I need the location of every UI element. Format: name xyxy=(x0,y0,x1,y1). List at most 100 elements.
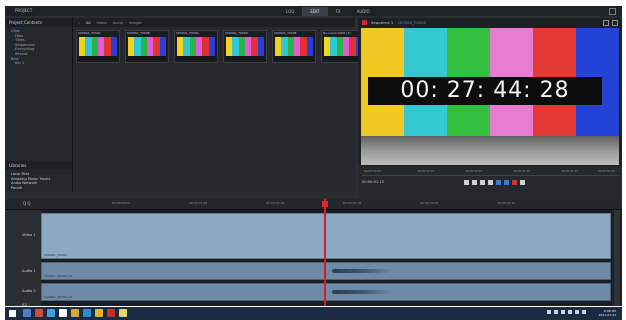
taskbar-app-icon[interactable] xyxy=(83,309,91,317)
audio-clip-name: 00000A_T000A_A1 xyxy=(44,274,73,278)
clip-thumbnail[interactable]: 00000A_T000A xyxy=(76,30,120,63)
ruler-tick: 00:00:00:20 xyxy=(465,169,483,173)
search-icon[interactable]: ⌕ xyxy=(78,21,80,25)
loop-icon[interactable] xyxy=(519,179,525,185)
clip-thumbnail-label: 00000A_T000A xyxy=(78,31,101,35)
track-header-audio-1[interactable]: Audio 1 xyxy=(5,269,41,273)
video-clip[interactable]: 00000A_T000A xyxy=(41,213,611,259)
bottom-gradient-strip xyxy=(361,136,619,165)
ruler-tick: 00:00:01:15 xyxy=(561,169,579,173)
mark-in-icon[interactable] xyxy=(495,179,501,185)
color-bars-preview xyxy=(275,37,313,56)
timeline-tick: 00:00:01:20 xyxy=(343,201,362,205)
viewer-controls: 00:00:00:00 00:00:00:10 00:00:00:20 00:0… xyxy=(358,166,622,199)
small-timecode[interactable]: 00:00:01:15 xyxy=(362,180,384,184)
tray-icon[interactable] xyxy=(554,310,558,314)
tab-edit[interactable]: EDIT xyxy=(302,7,328,16)
filter-video[interactable]: Video xyxy=(96,21,106,25)
ruler-tick: 00:00:00:10 xyxy=(417,169,435,173)
color-bars-preview xyxy=(128,37,166,56)
fullscreen-icon[interactable] xyxy=(603,19,609,26)
clip-thumbnail[interactable]: 00000A_T000D xyxy=(223,30,267,63)
clip-thumbnail[interactable]: 00000A_T000E xyxy=(272,30,316,63)
zoom-controls[interactable]: Q Q xyxy=(23,201,31,206)
libraries-title: Libraries xyxy=(5,161,72,170)
playhead-handle[interactable] xyxy=(322,201,328,207)
viewer-header: Sequence 1 00000A_T000A xyxy=(358,18,622,27)
editor-window: PROJECT LOG EDIT FX AUDIO Project Conten… xyxy=(5,6,622,306)
window-control-icon[interactable] xyxy=(609,8,616,15)
timeline-tick: 00:00:00:00 xyxy=(112,201,131,205)
taskbar-clock[interactable]: 8:08 PM 2021-07-21 xyxy=(599,309,616,317)
preview-screen[interactable]: 00: 27: 44: 28 xyxy=(361,28,619,165)
timeline-panel: Q Q 00:00:00:00 00:00:01:00 00:00:01:10 … xyxy=(5,199,622,306)
taskbar-app-icon[interactable] xyxy=(95,309,103,317)
playhead[interactable] xyxy=(322,199,328,306)
go-start-icon[interactable] xyxy=(463,179,469,185)
color-bars-preview xyxy=(79,37,117,56)
timecode-overlay: 00: 27: 44: 28 xyxy=(368,77,602,105)
project-tree: Clips Files Titles Sequences Everything … xyxy=(5,27,72,66)
taskbar-app-icon[interactable] xyxy=(71,309,79,317)
record-icon[interactable] xyxy=(511,179,517,185)
libraries-panel: Libraries Local Files Amazing Music Trac… xyxy=(5,161,72,190)
taskbar-app-icon[interactable] xyxy=(47,309,55,317)
viewer-subtitle: 00000A_T000A xyxy=(397,20,427,25)
media-browser: ⌕ All Video Audio Images 00000A_T000A 00… xyxy=(73,18,365,192)
taskbar-app-icon[interactable] xyxy=(23,309,31,317)
clock-date: 2021-07-21 xyxy=(598,313,616,317)
viewer-ruler[interactable]: 00:00:00:00 00:00:00:10 00:00:00:20 00:0… xyxy=(362,169,618,176)
clip-thumbnail[interactable]: 00000A_T000B xyxy=(125,30,169,63)
thumbnail-grid: 00000A_T000A 00000A_T000B 00000A_T000C 0… xyxy=(76,30,365,63)
color-bars-preview xyxy=(324,37,362,56)
workspace-tabs: LOG EDIT FX AUDIO xyxy=(278,7,378,16)
thumbnail-bottom-strip xyxy=(226,56,264,60)
tree-item-bin-1[interactable]: Bin 1 xyxy=(11,61,72,66)
track-header-a3[interactable]: A3 xyxy=(5,303,41,306)
timeline-scrollbar[interactable] xyxy=(614,210,620,306)
tab-log[interactable]: LOG xyxy=(278,7,302,16)
tray-icon[interactable] xyxy=(582,310,586,314)
taskbar-app-icon[interactable] xyxy=(35,309,43,317)
clip-thumbnail[interactable]: 00000A_T000C xyxy=(174,30,218,63)
tray-icon[interactable] xyxy=(575,310,579,314)
settings-icon[interactable] xyxy=(612,19,618,26)
track-header-video-1[interactable]: Video 1 xyxy=(5,233,41,237)
windows-start-icon[interactable] xyxy=(9,310,16,317)
play-icon[interactable] xyxy=(479,179,485,185)
viewer-panel: Sequence 1 00000A_T000A 00: 27: 44: 28 0… xyxy=(358,18,622,199)
step-forward-icon[interactable] xyxy=(487,179,493,185)
audio-clip-1[interactable]: 00000A_T000A_A1 xyxy=(41,262,611,280)
library-item-pond5[interactable]: Pond5 xyxy=(11,186,72,191)
record-icon xyxy=(362,20,367,25)
thumbnail-bottom-strip xyxy=(177,56,215,60)
tray-icon[interactable] xyxy=(547,310,551,314)
track-header-audio-2[interactable]: Audio 2 xyxy=(5,289,41,293)
taskbar-app-icon[interactable] xyxy=(107,309,115,317)
clip-thumbnail-label: 00000A_T000D xyxy=(225,31,248,35)
step-back-icon[interactable] xyxy=(471,179,477,185)
filter-images[interactable]: Images xyxy=(129,21,142,25)
timeline-tick: 00:00:01:00 xyxy=(189,201,208,205)
clip-thumbnail-label: 00000A_T000E xyxy=(274,31,297,35)
ruler-tick: 00:00:00:00 xyxy=(364,169,382,173)
color-bars-preview xyxy=(226,37,264,56)
project-contents-panel: Project Contents Clips Files Titles Sequ… xyxy=(5,18,73,192)
taskbar-app-icon[interactable] xyxy=(119,309,127,317)
timeline-tick: 00:00:02:05 xyxy=(420,201,439,205)
tab-audio[interactable]: AUDIO xyxy=(349,7,378,16)
browser-filter-bar: ⌕ All Video Audio Images xyxy=(73,18,355,27)
thumbnail-bottom-strip xyxy=(128,56,166,60)
timeline-tracks: 00000A_T000A 00000A_T000A_A1 00000A_T000… xyxy=(41,210,612,306)
mark-out-icon[interactable] xyxy=(503,179,509,185)
tray-icon[interactable] xyxy=(561,310,565,314)
transport-buttons xyxy=(463,179,525,185)
tab-fx[interactable]: FX xyxy=(328,7,349,16)
taskbar-app-icon[interactable] xyxy=(59,309,67,317)
filter-all[interactable]: All xyxy=(86,21,90,25)
tray-icon[interactable] xyxy=(568,310,572,314)
transport-controls: 00:00:01:15 xyxy=(358,177,622,187)
audio-clip-2[interactable]: 00000A_T000A_A2 xyxy=(41,283,611,301)
project-name[interactable]: PROJECT xyxy=(15,8,32,13)
filter-audio[interactable]: Audio xyxy=(113,21,123,25)
